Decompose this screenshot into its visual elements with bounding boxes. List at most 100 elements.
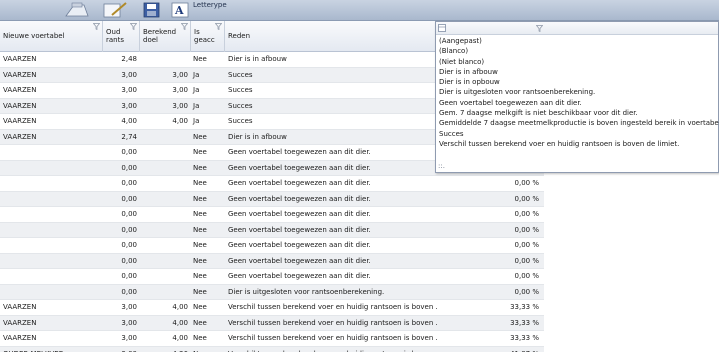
cell-voertabel [0, 238, 103, 253]
table-row[interactable]: VAARZEN 3,00 4,00 Nee Verschil tussen bereke… [0, 300, 544, 316]
edit-icon[interactable] [98, 1, 132, 18]
cell-oud-rants: 0,00 [121, 148, 137, 156]
cell-oud-rants: 3,00 [121, 303, 137, 311]
column-header-label: Is geacc [194, 28, 215, 44]
cell-reden: Succes [228, 70, 253, 79]
table-row[interactable]: 0,00 Nee Geen voertabel toegewezen aan dit… [0, 207, 544, 223]
cell-reden: Verschil tussen berekend voer en huidig … [228, 334, 437, 342]
cell-berekend-doel [140, 269, 191, 284]
table-row[interactable]: 0,00 Nee Dier is uitgesloten voor rantsoen… [0, 284, 544, 300]
cell-oud-rants: 0,00 [121, 241, 137, 249]
cell-berekend-doel [140, 254, 191, 269]
cell-geaccepteerd: Nee [193, 256, 207, 265]
filter-option[interactable]: Gem. 7 daagse melkgift is niet beschikba… [438, 108, 719, 118]
column-header-oud[interactable]: Oud rants [103, 21, 140, 52]
cell-voertabel [0, 161, 103, 176]
cell-voertabel: VAARZEN [3, 86, 37, 94]
cell-oud-rants: 2,48 [121, 55, 137, 63]
cell-voertabel: VAARZEN [3, 132, 37, 141]
cell-reden: Geen voertabel toegewezen aan dit dier. [228, 179, 371, 187]
cell-reden: Verschil tussen berekend voer en huidig … [228, 318, 437, 327]
filter-option[interactable]: Gemiddelde 7 daagse meetmelkproductie is… [438, 118, 719, 128]
table-row[interactable]: 0,00 Nee Geen voertabel toegewezen aan dit… [0, 191, 544, 207]
filter-option[interactable]: (Aangepast) [438, 36, 719, 46]
cell-oud-rants: 4,00 [121, 117, 137, 125]
cell-reden: Geen voertabel toegewezen aan dit dier. [228, 241, 371, 249]
cell-oud-rants: 3,00 [121, 318, 137, 327]
filter-option[interactable]: Geen voertabel toegewezen aan dit dier. [438, 98, 719, 108]
paint-icon[interactable] [60, 1, 94, 18]
cell-reden: Succes [228, 117, 253, 125]
cell-geaccepteerd: Ja [193, 117, 200, 125]
filter-option[interactable]: Dier is in afbouw [438, 67, 719, 77]
table-row[interactable]: 0,00 Nee Geen voertabel toegewezen aan dit… [0, 253, 544, 269]
table-row[interactable]: VAARZEN 3,00 4,00 Nee Verschil tussen bereke… [0, 315, 544, 331]
column-header-label: Berekend doel [143, 28, 177, 44]
filter-option[interactable]: Dier is in opbouw [438, 77, 719, 87]
cell-voertabel [0, 254, 103, 269]
table-row[interactable]: 0,00 Nee Geen voertabel toegewezen aan dit… [0, 222, 544, 238]
filter-option[interactable]: Dier is uitgesloten voor rantsoenbereken… [438, 87, 719, 97]
column-header-label: Nieuwe voertabel [3, 32, 65, 40]
filter-icon[interactable] [181, 23, 188, 30]
cell-voertabel [0, 176, 103, 191]
cell-geaccepteerd: Nee [193, 132, 207, 141]
filter-option[interactable]: (Niet blanco) [438, 57, 719, 67]
cell-geaccepteerd: Nee [191, 347, 225, 352]
cell-geaccepteerd: Nee [193, 163, 207, 172]
column-header-geacc[interactable]: Is geacc [191, 21, 225, 52]
cell-voertabel [0, 192, 103, 207]
cell-voertabel [0, 145, 103, 160]
filter-option[interactable]: (Blanco) [438, 46, 719, 56]
grid-icon [438, 24, 446, 32]
cell-percentage: 0,00 % [514, 179, 539, 187]
filter-icon[interactable] [536, 25, 543, 32]
cell-oud-rants: 3,00 [103, 347, 140, 352]
cell-geaccepteerd: Ja [193, 70, 200, 79]
font-icon: A [171, 2, 189, 18]
cell-percentage: 0,00 % [514, 210, 539, 218]
cell-geaccepteerd: Nee [193, 318, 207, 327]
cell-geaccepteerd: Ja [193, 86, 200, 94]
cell-percentage: 33,33 % [510, 334, 539, 342]
table-row[interactable]: 0,00 Nee Geen voertabel toegewezen aan dit… [0, 269, 544, 285]
cell-reden: Succes [228, 86, 253, 94]
cell-geaccepteerd: Nee [193, 334, 207, 342]
cell-reden: Geen voertabel toegewezen aan dit dier. [228, 148, 371, 156]
column-header-voertabel[interactable]: Nieuwe voertabel [0, 21, 103, 52]
font-label: Letterype [193, 1, 227, 9]
filter-option[interactable]: Succes [438, 129, 719, 139]
cell-berekend-doel [140, 176, 191, 191]
cell-oud-rants: 0,00 [121, 179, 137, 187]
table-row[interactable]: 0,00 Nee Geen voertabel toegewezen aan dit… [0, 176, 544, 192]
cell-berekend-doel [140, 207, 191, 222]
save-icon[interactable] [140, 1, 164, 18]
column-header-berekend[interactable]: Berekend doel [140, 21, 191, 52]
filter-dropdown[interactable]: (Aangepast) (Blanco) (Niet blanco) Dier is … [435, 21, 719, 173]
cell-geaccepteerd: Nee [193, 194, 207, 203]
cell-berekend-doel [140, 130, 191, 145]
font-button[interactable]: A Letterype [170, 1, 240, 18]
resize-grip[interactable]: ::. [438, 162, 445, 170]
cell-oud-rants: 0,00 [121, 194, 137, 203]
table-row[interactable]: VAARZEN 3,00 4,00 Nee Verschil tussen bereke… [0, 331, 544, 347]
table-row[interactable]: OUDER MELKVEE3,004,26NeeVerschil tussen … [0, 346, 544, 352]
cell-reden: Verschil tussen berekend voer en huidig … [228, 303, 437, 311]
filter-icon[interactable] [130, 23, 137, 30]
cell-percentage: 0,00 % [514, 256, 539, 265]
cell-oud-rants: 0,00 [121, 163, 137, 172]
cell-berekend-doel [140, 192, 191, 207]
cell-geaccepteerd: Nee [193, 272, 207, 280]
cell-reden: Dier is uitgesloten voor rantsoenbereken… [228, 287, 385, 296]
cell-reden: Geen voertabel toegewezen aan dit dier. [228, 256, 371, 265]
cell-voertabel: VAARZEN [3, 334, 37, 342]
table-row[interactable]: 0,00 Nee Geen voertabel toegewezen aan dit… [0, 238, 544, 254]
cell-oud-rants: 3,00 [121, 70, 137, 79]
filter-icon[interactable] [215, 23, 222, 30]
cell-percentage: 0,00 % [514, 194, 539, 203]
filter-option[interactable]: Verschil tussen berekend voer en huidig … [438, 139, 719, 149]
column-header-reden[interactable]: Reden [225, 21, 437, 52]
filter-option-list: (Aangepast) (Blanco) (Niet blanco) Dier is … [438, 36, 719, 149]
filter-icon[interactable] [93, 23, 100, 30]
cell-reden: Geen voertabel toegewezen aan dit dier. [228, 194, 371, 203]
